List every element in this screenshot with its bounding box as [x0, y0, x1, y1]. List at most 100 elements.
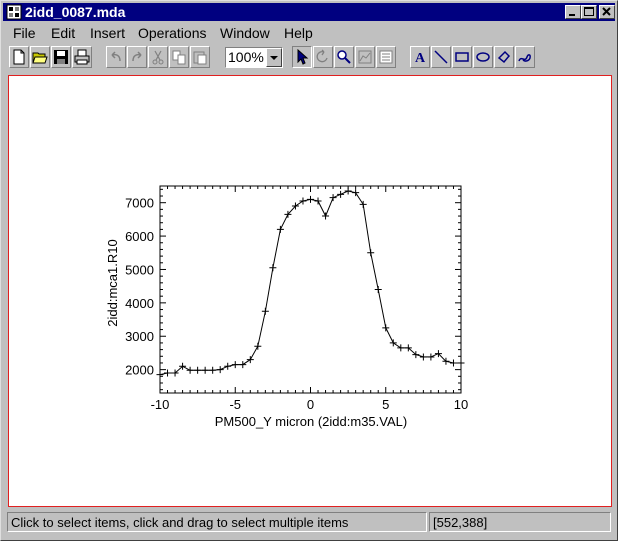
cut-button[interactable]	[148, 46, 168, 68]
open-folder-icon	[32, 52, 48, 64]
y-tick-label: 2000	[125, 363, 154, 378]
data-point	[419, 353, 427, 361]
text-icon: A	[415, 51, 426, 65]
polygon-tool-button[interactable]	[494, 46, 514, 68]
app-window: 2idd_0087.mda File Edit Insert Operation…	[0, 0, 618, 541]
x-tick-label: 10	[454, 397, 468, 412]
zoom-dropdown-button[interactable]	[266, 48, 282, 67]
line-tool-button[interactable]	[431, 46, 451, 68]
zoom-select[interactable]: 100%	[225, 47, 283, 68]
close-icon	[602, 7, 611, 16]
properties-tool-button[interactable]	[376, 46, 396, 68]
y-tick-label: 4000	[125, 296, 154, 311]
plot-frame	[159, 185, 462, 394]
data-point	[307, 195, 314, 203]
data-point	[261, 307, 269, 315]
rotate-tool-button[interactable]	[313, 46, 333, 68]
undo-button[interactable]	[106, 46, 126, 68]
data-point	[397, 344, 405, 352]
data-point	[344, 187, 352, 195]
menu-edit[interactable]: Edit	[51, 24, 75, 42]
copy-icon	[172, 50, 186, 65]
chevron-down-icon	[270, 56, 278, 60]
line-chart: -10 -5 0 5 10 2000 3000 4000 5000 6000 7000 PM500_…	[105, 185, 468, 429]
freehand-icon	[518, 54, 531, 62]
data-point	[359, 200, 367, 208]
cut-icon	[152, 50, 164, 65]
y-tick-label: 5000	[125, 262, 154, 277]
data-point	[194, 366, 202, 374]
data-point	[314, 197, 322, 205]
zoom-value: 100%	[228, 49, 264, 65]
data-point	[449, 359, 457, 367]
data-point	[246, 356, 254, 364]
title-bar[interactable]: 2idd_0087.mda	[3, 3, 615, 21]
data-point	[186, 366, 194, 374]
data-point	[427, 353, 435, 361]
menu-bar: File Edit Insert Operations Window Help	[3, 23, 615, 43]
redo-button[interactable]	[127, 46, 147, 68]
data-point	[216, 366, 224, 374]
select-tool-button[interactable]	[292, 46, 312, 68]
status-bar: Click to select items, click and drag to…	[3, 511, 615, 533]
new-button[interactable]	[9, 46, 29, 68]
series-points	[156, 187, 465, 379]
menu-insert[interactable]: Insert	[90, 24, 125, 42]
data-point	[276, 225, 284, 233]
toolbar: 100% A	[3, 45, 615, 71]
ellipse-tool-button[interactable]	[473, 46, 493, 68]
y-tick-label: 7000	[125, 196, 154, 211]
menu-file[interactable]: File	[13, 24, 36, 42]
close-button[interactable]	[599, 5, 615, 19]
plot-canvas[interactable]: -10 -5 0 5 10 2000 3000 4000 5000 6000 7000 PM500_…	[8, 75, 612, 507]
freehand-tool-button[interactable]	[515, 46, 535, 68]
x-axis-label: PM500_Y micron (2idd:m35.VAL)	[215, 414, 407, 429]
data-point	[224, 362, 232, 370]
minimize-button[interactable]	[565, 5, 581, 19]
menu-operations[interactable]: Operations	[138, 24, 206, 42]
data-point	[201, 366, 209, 374]
zoom-tool-button[interactable]	[334, 46, 354, 68]
text-tool-button[interactable]: A	[410, 46, 430, 68]
pointer-icon	[297, 49, 309, 65]
window-title: 2idd_0087.mda	[25, 4, 126, 20]
redo-icon	[132, 51, 142, 62]
x-tick-label: -10	[151, 397, 170, 412]
app-icon[interactable]	[6, 4, 22, 20]
properties-icon	[379, 50, 393, 64]
rectangle-icon	[455, 52, 469, 62]
data-point	[239, 361, 247, 369]
open-button[interactable]	[30, 46, 50, 68]
y-tick-label: 3000	[125, 329, 154, 344]
undo-icon	[111, 51, 121, 62]
rotate-icon	[316, 49, 328, 63]
polygon-icon	[497, 50, 511, 64]
zoom-icon	[337, 50, 351, 64]
y-tick-label: 6000	[125, 229, 154, 244]
chart-icon	[358, 50, 372, 64]
x-tick-label: 0	[307, 397, 314, 412]
data-point	[329, 194, 337, 202]
menu-window[interactable]: Window	[220, 24, 270, 42]
copy-button[interactable]	[169, 46, 189, 68]
data-point	[337, 190, 345, 198]
data-point	[352, 189, 360, 197]
rectangle-tool-button[interactable]	[452, 46, 472, 68]
y-axis-label: 2idd:mca1.R10	[105, 239, 120, 326]
data-point	[269, 264, 277, 272]
data-point	[209, 366, 217, 374]
data-point	[164, 369, 172, 377]
data-point	[231, 361, 239, 369]
x-tick-label: 5	[382, 397, 389, 412]
ellipse-icon	[476, 52, 490, 62]
svg-text:A: A	[415, 51, 426, 65]
menu-help[interactable]: Help	[284, 24, 313, 42]
data-point	[382, 324, 390, 332]
data-point	[156, 371, 164, 379]
print-button[interactable]	[72, 46, 92, 68]
chart-tool-button[interactable]	[355, 46, 375, 68]
maximize-button[interactable]	[581, 5, 597, 19]
paste-button[interactable]	[190, 46, 210, 68]
data-point	[254, 342, 262, 350]
save-button[interactable]	[51, 46, 71, 68]
